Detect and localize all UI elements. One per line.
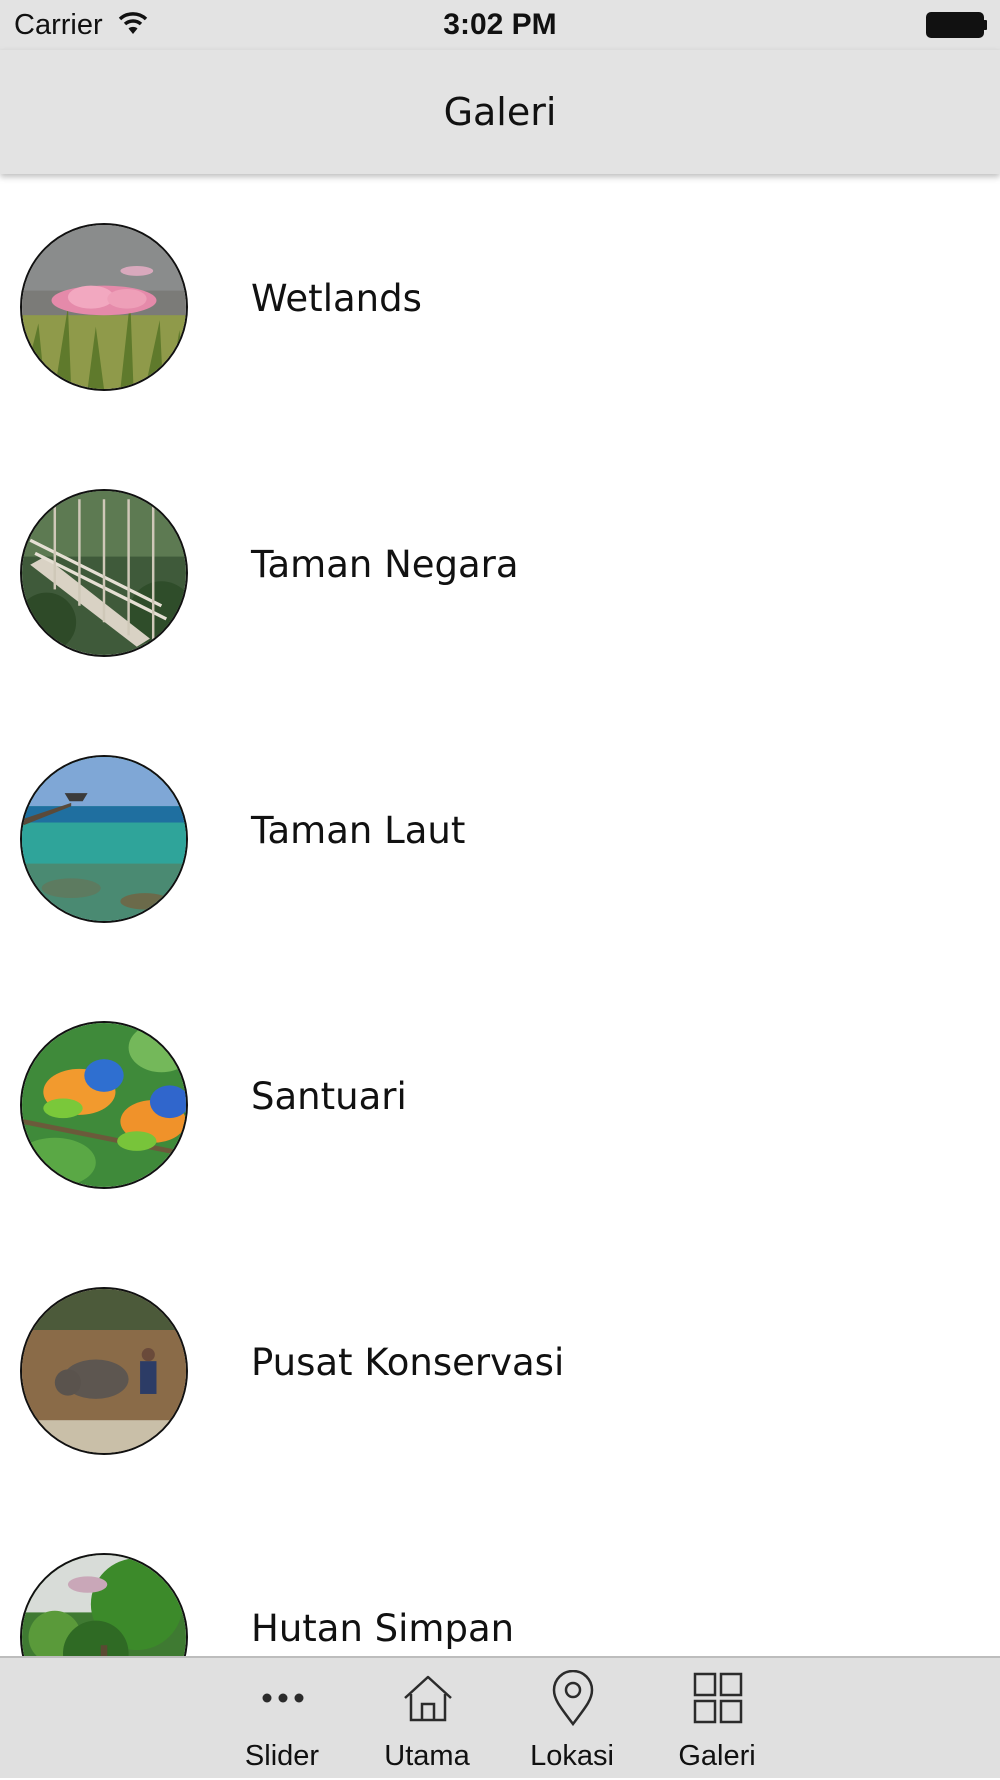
status-bar: Carrier 3:02 PM bbox=[0, 0, 1000, 50]
gallery-list[interactable]: Wetlands Taman Negara Taman Laut Santuar… bbox=[0, 174, 1000, 1656]
tab-galeri[interactable]: Galeri bbox=[657, 1658, 777, 1780]
home-icon bbox=[404, 1675, 452, 1722]
list-item-pusat-konservasi[interactable]: Pusat Konservasi bbox=[0, 1238, 1000, 1504]
sea-jetty-photo bbox=[20, 755, 188, 923]
status-time: 3:02 PM bbox=[443, 8, 557, 41]
lotus-photo bbox=[20, 223, 188, 391]
tab-utama[interactable]: Utama bbox=[367, 1658, 487, 1780]
parrots-photo bbox=[20, 1021, 188, 1189]
list-item-label: Wetlands bbox=[251, 277, 422, 320]
location-pin-icon bbox=[552, 1670, 594, 1726]
list-item-wetlands[interactable]: Wetlands bbox=[0, 174, 1000, 440]
tab-lokasi[interactable]: Lokasi bbox=[512, 1658, 632, 1780]
list-item-label: Pusat Konservasi bbox=[251, 1341, 565, 1384]
more-dots-icon bbox=[262, 1693, 304, 1703]
navigation-bar: Galeri bbox=[0, 50, 1000, 174]
tab-slider[interactable]: Slider bbox=[222, 1658, 342, 1780]
tab-label: Lokasi bbox=[530, 1740, 614, 1772]
page-title: Galeri bbox=[443, 90, 557, 134]
forest-photo bbox=[20, 1553, 188, 1656]
battery-icon bbox=[926, 12, 987, 38]
grid-icon bbox=[693, 1672, 743, 1724]
tab-label: Slider bbox=[244, 1740, 320, 1772]
list-item-santuari[interactable]: Santuari bbox=[0, 972, 1000, 1238]
tab-label: Galeri bbox=[678, 1740, 756, 1772]
tab-bar: Slider Utama Lokasi Galeri bbox=[0, 1656, 1000, 1778]
list-item-hutan-simpan[interactable]: Hutan Simpan bbox=[0, 1504, 1000, 1656]
canopy-walk-photo bbox=[20, 489, 188, 657]
list-item-taman-negara[interactable]: Taman Negara bbox=[0, 440, 1000, 706]
elephant-river-photo bbox=[20, 1287, 188, 1455]
list-item-label: Santuari bbox=[251, 1075, 407, 1118]
list-item-label: Taman Negara bbox=[251, 543, 519, 586]
list-item-label: Hutan Simpan bbox=[251, 1607, 515, 1650]
tab-label: Utama bbox=[384, 1740, 470, 1772]
list-item-label: Taman Laut bbox=[251, 809, 466, 852]
list-item-taman-laut[interactable]: Taman Laut bbox=[0, 706, 1000, 972]
